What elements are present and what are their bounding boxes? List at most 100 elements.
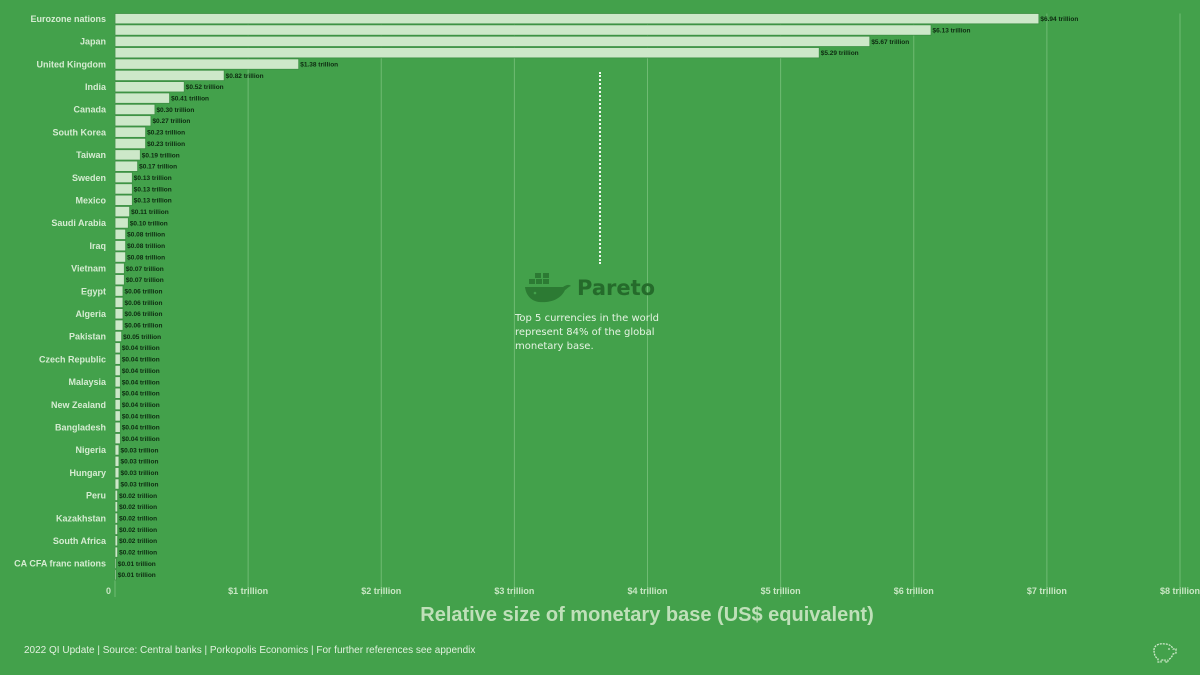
bar [114,240,127,252]
bar [114,171,133,184]
category-label: Bangladesh [55,422,106,432]
data-label: $0.03 trillion [120,459,158,466]
data-label: $0.04 trillion [122,436,160,443]
whale-containers-icon [525,273,571,303]
data-label: $6.13 trillion [933,27,971,34]
category-label: Japan [80,37,106,47]
bar [114,398,121,411]
data-label: $0.27 trillion [152,118,190,125]
pig-outline-icon [1153,643,1177,663]
bar [114,262,125,274]
logo-text: Pareto [577,276,656,300]
category-label: Mexico [75,195,106,205]
data-label: $0.13 trillion [134,186,172,193]
category-label: CA CFA franc nations [14,559,106,569]
bar [114,194,133,206]
bar [114,410,121,422]
category-label: Hungary [69,468,106,478]
bar [114,501,119,513]
x-tick-labels: 0 $1 trillion $2 trillion $3 trillion $4 tri… [106,586,1200,596]
bar [114,206,131,218]
category-label: Canada [73,105,107,115]
category-label: Sweden [72,173,106,183]
data-label: $0.04 trillion [122,379,160,386]
bar [114,149,141,161]
data-label: $0.13 trillion [134,198,172,205]
x-tick-label: $6 trillion [894,586,934,596]
bar [114,489,119,501]
data-label: $0.23 trillion [147,130,185,137]
data-label: $0.02 trillion [119,504,157,511]
data-label: $0.04 trillion [122,345,160,352]
bar [114,330,123,343]
bar [114,126,147,138]
data-label: $0.06 trillion [124,300,162,307]
data-label: $0.02 trillion [119,493,157,500]
data-label: $6.94 trillion [1040,16,1078,23]
data-label: $0.52 trillion [186,84,224,91]
bar [114,183,133,195]
bar [114,523,119,536]
data-label: $0.13 trillion [134,175,172,182]
data-label: $0.08 trillion [127,254,165,261]
category-label: Czech Republic [39,354,106,364]
bar [114,285,124,297]
bar [114,160,139,172]
data-label: $0.04 trillion [122,391,160,398]
bar [114,387,121,399]
category-label: Nigeria [75,445,107,455]
data-label: $0.03 trillion [120,447,158,454]
bar [114,467,120,479]
bar [114,69,225,82]
category-label: Eurozone nations [30,14,106,24]
data-label: $0.06 trillion [124,323,162,330]
data-label: $0.03 trillion [120,470,158,477]
data-label: $0.82 trillion [226,73,264,80]
data-label: $0.02 trillion [119,515,157,522]
bar [114,478,120,490]
bar [114,433,121,445]
data-label: $0.04 trillion [122,413,160,420]
category-label: Saudi Arabia [51,218,107,228]
x-tick-label: $8 trillion [1160,586,1200,596]
data-label: $0.04 trillion [122,357,160,364]
data-label: $0.10 trillion [130,220,168,227]
annotation-text: Top 5 currencies in the world represent … [515,313,659,352]
x-tick-label: $2 trillion [361,586,401,596]
category-label: New Zealand [51,400,106,410]
bar [114,512,119,524]
category-label: Vietnam [71,264,106,274]
x-tick-label: $4 trillion [627,586,667,596]
x-axis-title: Relative size of monetary base (US$ equi… [420,604,874,626]
data-label: $5.29 trillion [821,50,859,57]
x-tick-label: $5 trillion [761,586,801,596]
data-label: $0.08 trillion [127,243,165,250]
pareto-logo: Pareto [523,270,655,306]
data-label: $0.01 trillion [118,561,156,568]
data-label: $0.05 trillion [123,334,161,341]
bar [114,342,121,354]
x-tick-label: 0 [106,586,111,596]
data-label: $0.06 trillion [124,288,162,295]
category-label: South Africa [53,536,107,546]
category-label: India [85,82,107,92]
category-label: United Kingdom [37,59,107,69]
bar [114,103,156,116]
bar [114,228,127,240]
category-label: Malaysia [68,377,107,387]
bar [114,217,129,229]
category-label: Egypt [81,286,106,296]
data-label: $0.07 trillion [126,266,164,273]
category-label: Kazakhstan [56,513,106,523]
source-footer: 2022 QI Update | Source: Central banks |… [24,645,476,656]
x-tick-label: $7 trillion [1027,586,1067,596]
bar [114,251,127,263]
x-tick-label: $3 trillion [494,586,534,596]
category-label: Taiwan [76,150,106,160]
data-label: $0.02 trillion [119,527,157,534]
bar [114,92,170,104]
category-label: Peru [86,491,106,501]
category-label: South Korea [52,127,106,137]
data-label: $0.02 trillion [119,550,157,557]
bar [114,319,124,331]
